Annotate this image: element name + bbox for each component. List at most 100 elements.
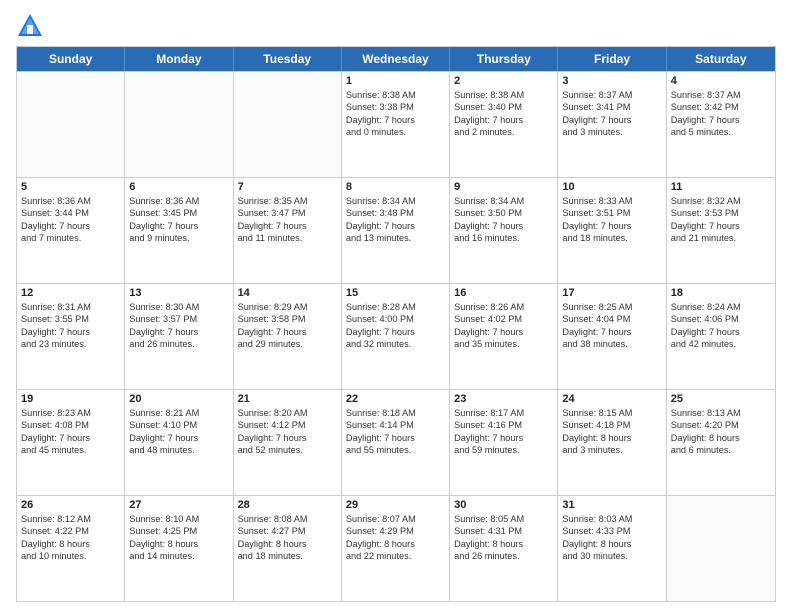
cell-line: Sunset: 3:48 PM (346, 207, 445, 219)
cell-line: Sunrise: 8:38 AM (454, 89, 553, 101)
day-number: 17 (562, 287, 661, 299)
cal-cell: 18Sunrise: 8:24 AMSunset: 4:06 PMDayligh… (667, 284, 775, 389)
day-number: 12 (21, 287, 120, 299)
calendar-body: 1Sunrise: 8:38 AMSunset: 3:38 PMDaylight… (17, 71, 775, 601)
week-row-2: 5Sunrise: 8:36 AMSunset: 3:44 PMDaylight… (17, 177, 775, 283)
cell-line: Sunrise: 8:38 AM (346, 89, 445, 101)
day-number: 4 (671, 75, 771, 87)
cell-line: Sunrise: 8:34 AM (346, 195, 445, 207)
day-number: 20 (129, 393, 228, 405)
cell-line: and 30 minutes. (562, 550, 661, 562)
cell-line: Sunset: 3:44 PM (21, 207, 120, 219)
cal-cell: 21Sunrise: 8:20 AMSunset: 4:12 PMDayligh… (234, 390, 342, 495)
cell-line: Sunset: 4:00 PM (346, 313, 445, 325)
week-row-3: 12Sunrise: 8:31 AMSunset: 3:55 PMDayligh… (17, 283, 775, 389)
cell-line: Daylight: 7 hours (562, 114, 661, 126)
cell-line: Daylight: 7 hours (129, 220, 228, 232)
cell-line: Sunset: 3:53 PM (671, 207, 771, 219)
cell-line: and 32 minutes. (346, 338, 445, 350)
cell-line: Daylight: 7 hours (21, 432, 120, 444)
cell-line: and 45 minutes. (21, 444, 120, 456)
day-number: 30 (454, 499, 553, 511)
cell-line: and 5 minutes. (671, 126, 771, 138)
cell-line: Sunrise: 8:24 AM (671, 301, 771, 313)
cell-line: Sunrise: 8:29 AM (238, 301, 337, 313)
cell-line: and 38 minutes. (562, 338, 661, 350)
cal-cell (17, 72, 125, 177)
cell-line: Daylight: 7 hours (21, 326, 120, 338)
cell-line: Sunrise: 8:12 AM (21, 513, 120, 525)
cell-line: Sunset: 4:18 PM (562, 419, 661, 431)
cell-line: Sunrise: 8:31 AM (21, 301, 120, 313)
cell-line: and 6 minutes. (671, 444, 771, 456)
cell-line: Sunrise: 8:20 AM (238, 407, 337, 419)
cell-line: and 3 minutes. (562, 444, 661, 456)
cell-line: and 55 minutes. (346, 444, 445, 456)
cell-line: Sunset: 4:04 PM (562, 313, 661, 325)
cal-cell: 20Sunrise: 8:21 AMSunset: 4:10 PMDayligh… (125, 390, 233, 495)
cell-line: and 52 minutes. (238, 444, 337, 456)
cell-line: and 59 minutes. (454, 444, 553, 456)
cal-cell: 30Sunrise: 8:05 AMSunset: 4:31 PMDayligh… (450, 496, 558, 601)
cell-line: Daylight: 7 hours (454, 114, 553, 126)
cell-line: Daylight: 7 hours (346, 220, 445, 232)
cell-line: Sunset: 3:38 PM (346, 101, 445, 113)
week-row-4: 19Sunrise: 8:23 AMSunset: 4:08 PMDayligh… (17, 389, 775, 495)
cell-line: and 18 minutes. (562, 232, 661, 244)
cal-cell: 23Sunrise: 8:17 AMSunset: 4:16 PMDayligh… (450, 390, 558, 495)
cell-line: Sunset: 3:40 PM (454, 101, 553, 113)
cell-line: Sunrise: 8:07 AM (346, 513, 445, 525)
cell-line: Sunrise: 8:17 AM (454, 407, 553, 419)
cell-line: Sunrise: 8:34 AM (454, 195, 553, 207)
cal-cell (234, 72, 342, 177)
cell-line: and 35 minutes. (454, 338, 553, 350)
cell-line: Sunrise: 8:15 AM (562, 407, 661, 419)
header-cell-friday: Friday (558, 47, 666, 71)
calendar-header-row: SundayMondayTuesdayWednesdayThursdayFrid… (17, 47, 775, 71)
cell-line: Daylight: 8 hours (562, 538, 661, 550)
logo-icon (16, 12, 44, 40)
header (16, 12, 776, 40)
cell-line: and 48 minutes. (129, 444, 228, 456)
cal-cell: 24Sunrise: 8:15 AMSunset: 4:18 PMDayligh… (558, 390, 666, 495)
cell-line: and 3 minutes. (562, 126, 661, 138)
cell-line: Sunset: 4:08 PM (21, 419, 120, 431)
cell-line: Sunrise: 8:36 AM (21, 195, 120, 207)
day-number: 26 (21, 499, 120, 511)
cell-line: and 42 minutes. (671, 338, 771, 350)
cell-line: Daylight: 8 hours (129, 538, 228, 550)
cal-cell: 6Sunrise: 8:36 AMSunset: 3:45 PMDaylight… (125, 178, 233, 283)
cell-line: Daylight: 7 hours (454, 220, 553, 232)
cell-line: and 29 minutes. (238, 338, 337, 350)
cal-cell: 29Sunrise: 8:07 AMSunset: 4:29 PMDayligh… (342, 496, 450, 601)
day-number: 2 (454, 75, 553, 87)
cell-line: Daylight: 7 hours (21, 220, 120, 232)
day-number: 8 (346, 181, 445, 193)
day-number: 9 (454, 181, 553, 193)
cell-line: Daylight: 7 hours (562, 220, 661, 232)
cal-cell: 28Sunrise: 8:08 AMSunset: 4:27 PMDayligh… (234, 496, 342, 601)
day-number: 16 (454, 287, 553, 299)
cell-line: and 23 minutes. (21, 338, 120, 350)
cell-line: and 26 minutes. (454, 550, 553, 562)
cal-cell: 7Sunrise: 8:35 AMSunset: 3:47 PMDaylight… (234, 178, 342, 283)
cell-line: Daylight: 8 hours (454, 538, 553, 550)
cell-line: and 10 minutes. (21, 550, 120, 562)
header-cell-thursday: Thursday (450, 47, 558, 71)
cell-line: Sunrise: 8:25 AM (562, 301, 661, 313)
day-number: 1 (346, 75, 445, 87)
cal-cell: 4Sunrise: 8:37 AMSunset: 3:42 PMDaylight… (667, 72, 775, 177)
day-number: 13 (129, 287, 228, 299)
cell-line: Daylight: 7 hours (346, 114, 445, 126)
cell-line: Daylight: 7 hours (671, 326, 771, 338)
day-number: 5 (21, 181, 120, 193)
day-number: 19 (21, 393, 120, 405)
cell-line: Sunrise: 8:37 AM (562, 89, 661, 101)
cell-line: Daylight: 7 hours (238, 326, 337, 338)
cal-cell: 11Sunrise: 8:32 AMSunset: 3:53 PMDayligh… (667, 178, 775, 283)
day-number: 22 (346, 393, 445, 405)
cell-line: Sunset: 3:45 PM (129, 207, 228, 219)
cell-line: and 22 minutes. (346, 550, 445, 562)
cell-line: and 9 minutes. (129, 232, 228, 244)
cell-line: Daylight: 7 hours (238, 432, 337, 444)
